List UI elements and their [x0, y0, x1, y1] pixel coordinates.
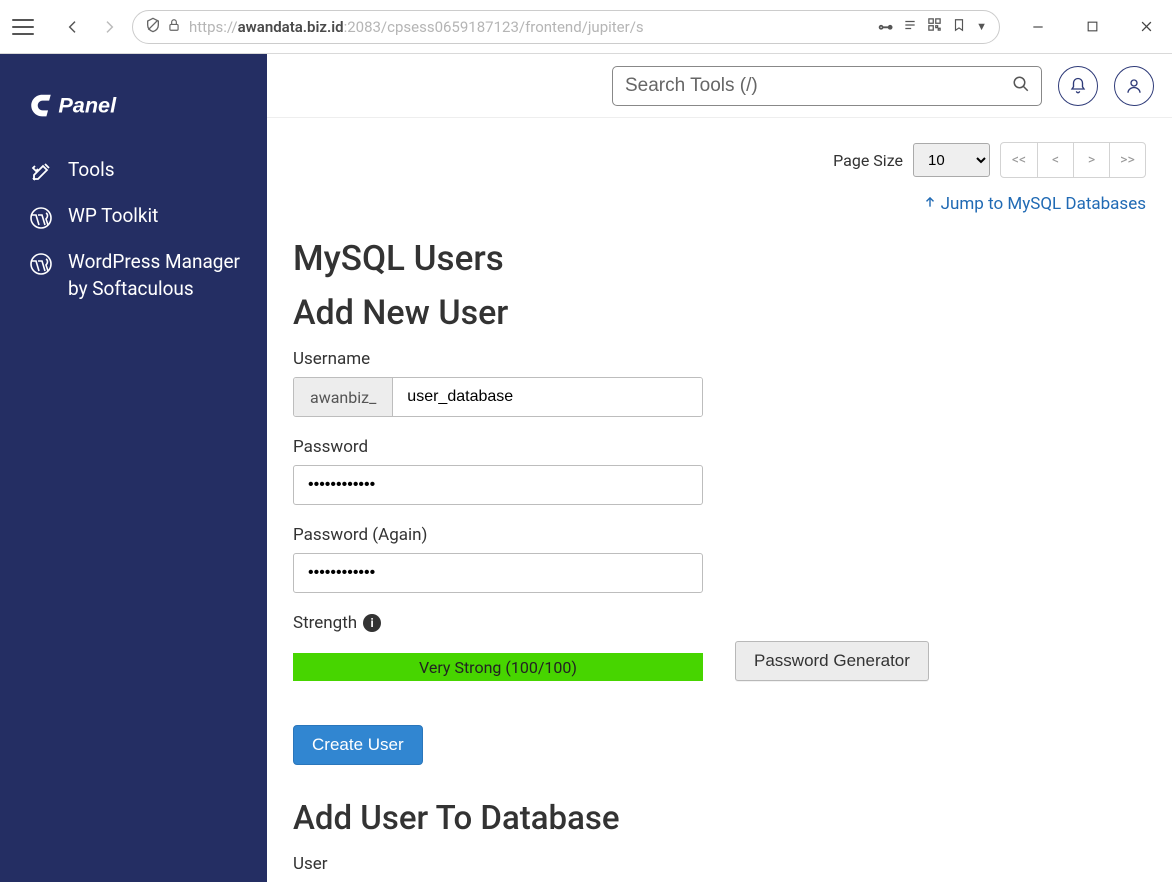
jump-link-label: Jump to MySQL Databases	[941, 194, 1146, 214]
password-again-label: Password (Again)	[293, 525, 703, 545]
sidebar: Panel Tools WP Toolkit	[0, 54, 267, 882]
pager-first-button[interactable]: <<	[1001, 143, 1037, 177]
pager-prev-button[interactable]: <	[1037, 143, 1073, 177]
nav-back-button[interactable]	[60, 14, 86, 40]
window-close-button[interactable]	[1132, 13, 1160, 41]
pager-next-button[interactable]: >	[1073, 143, 1109, 177]
page-size-select[interactable]: 10	[913, 143, 990, 177]
strength-label: Strength	[293, 613, 357, 633]
arrow-up-icon	[923, 194, 937, 214]
browser-chrome: https://awandata.biz.id:2083/cpsess06591…	[0, 0, 1172, 54]
account-button[interactable]	[1114, 66, 1154, 106]
shield-icon	[145, 17, 161, 37]
jump-to-mysql-link[interactable]: Jump to MySQL Databases	[923, 194, 1146, 214]
sidebar-item-label: Tools	[68, 157, 115, 184]
cpanel-logo[interactable]: Panel	[0, 74, 267, 148]
sidebar-item-wp-toolkit[interactable]: WP Toolkit	[0, 194, 267, 240]
bookmark-icon[interactable]	[952, 17, 966, 37]
page-size-label: Page Size	[833, 151, 903, 170]
password-again-input[interactable]	[293, 553, 703, 593]
topbar	[267, 54, 1172, 118]
reader-icon[interactable]	[903, 18, 917, 36]
pager-buttons: << < > >>	[1000, 142, 1146, 178]
lock-icon	[167, 18, 181, 36]
search-icon	[1012, 75, 1030, 97]
sidebar-item-wp-manager[interactable]: WordPress Manager by Softaculous	[0, 240, 267, 311]
username-input-group: awanbiz_	[293, 377, 703, 417]
password-generator-button[interactable]: Password Generator	[735, 641, 929, 681]
window-maximize-button[interactable]	[1078, 13, 1106, 41]
hamburger-icon[interactable]	[12, 16, 34, 38]
notifications-button[interactable]	[1058, 66, 1098, 106]
search-input[interactable]	[612, 66, 1042, 106]
username-label: Username	[293, 349, 703, 369]
username-input[interactable]	[393, 378, 702, 416]
wordpress-icon	[28, 205, 54, 231]
strength-meter: Very Strong (100/100)	[293, 653, 703, 681]
svg-text:Panel: Panel	[58, 93, 117, 118]
chevron-down-icon[interactable]: ▼	[976, 20, 987, 33]
heading-add-new-user: Add New User	[293, 293, 1146, 333]
password-input[interactable]	[293, 465, 703, 505]
qr-icon[interactable]	[927, 17, 942, 36]
main-content: Page Size 10 << < > >> Jump to MySQL Dat…	[267, 118, 1172, 882]
pager-last-button[interactable]: >>	[1109, 143, 1145, 177]
window-minimize-button[interactable]	[1024, 13, 1052, 41]
nav-forward-button[interactable]	[96, 14, 122, 40]
username-prefix: awanbiz_	[294, 378, 393, 416]
sidebar-item-tools[interactable]: Tools	[0, 148, 267, 194]
info-icon[interactable]: i	[363, 614, 381, 632]
heading-mysql-users: MySQL Users	[293, 238, 1146, 279]
wordpress-icon	[28, 251, 54, 277]
address-bar[interactable]: https://awandata.biz.id:2083/cpsess06591…	[132, 10, 1000, 44]
wrench-icon	[28, 159, 54, 185]
key-icon[interactable]: ⊶	[878, 18, 893, 36]
sidebar-item-label: WordPress Manager by Softaculous	[68, 249, 243, 302]
password-label: Password	[293, 437, 703, 457]
user-select-label: User	[293, 854, 703, 874]
strength-text: Very Strong (100/100)	[419, 658, 577, 677]
create-user-button[interactable]: Create User	[293, 725, 423, 765]
url-text: https://awandata.biz.id:2083/cpsess06591…	[189, 18, 870, 36]
sidebar-item-label: WP Toolkit	[68, 203, 158, 230]
heading-add-user-to-db: Add User To Database	[293, 799, 1146, 838]
